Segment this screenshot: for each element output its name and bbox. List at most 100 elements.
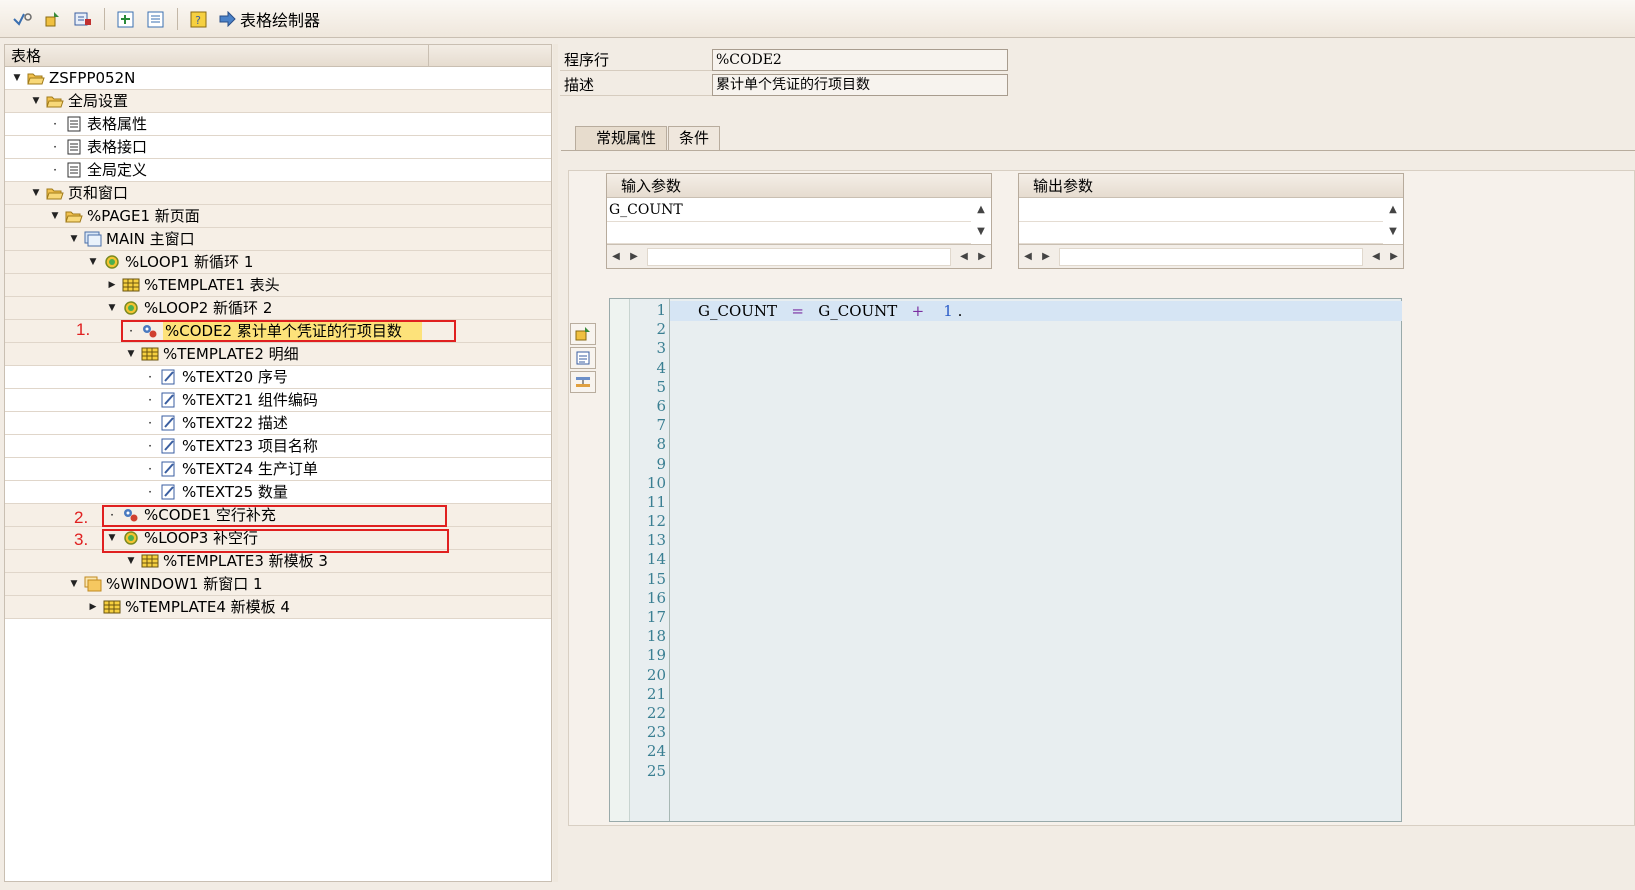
leaf-bullet-icon: ·: [148, 462, 152, 476]
line-number: 23: [646, 723, 666, 742]
activate-icon[interactable]: [40, 6, 66, 32]
tree-node-label: ZSFPP052N: [49, 69, 136, 87]
expand-open-icon[interactable]: ▼: [68, 579, 80, 589]
scroll-right-icon[interactable]: ▶: [973, 251, 991, 262]
table-icon: [122, 277, 140, 293]
input-parameter-row[interactable]: G_COUNT: [607, 198, 971, 222]
folder-open-icon: [46, 93, 64, 109]
expand-open-icon[interactable]: ▼: [87, 257, 99, 267]
description-row: 描述 累计单个凭证的行项目数: [560, 74, 1010, 96]
expand-open-icon[interactable]: ▼: [106, 303, 118, 313]
tree-node[interactable]: ▶ %TEMPLATE1 表头: [5, 274, 551, 297]
tree-node[interactable]: ▼ 全局设置: [5, 90, 551, 113]
svg-text:?: ?: [195, 14, 201, 27]
tree-node[interactable]: ▼ %TEMPLATE3 新模板 3: [5, 550, 551, 573]
tree-node[interactable]: ▼ ZSFPP052N: [5, 67, 551, 90]
structure-icon[interactable]: [570, 371, 596, 393]
test-icon[interactable]: [70, 6, 96, 32]
program-line-label: 程序行: [560, 49, 712, 71]
tree-node-label: %WINDOW1 新窗口 1: [106, 575, 263, 593]
scroll-right-icon[interactable]: ▶: [625, 251, 643, 262]
scroll-down-icon[interactable]: ▼: [1383, 221, 1403, 243]
expand-open-icon[interactable]: ▼: [49, 211, 61, 221]
tree-node[interactable]: · %TEXT21 组件编码: [5, 389, 551, 412]
output-params-hscroll[interactable]: ◀ ▶ ◀ ▶: [1019, 244, 1403, 268]
table-icon: [103, 599, 121, 615]
expand-open-icon[interactable]: ▼: [30, 96, 42, 106]
scroll-track[interactable]: [647, 247, 951, 266]
tree-node-label: %TEMPLATE1 表头: [144, 276, 280, 294]
expand-closed-icon[interactable]: ▶: [106, 280, 118, 290]
output-parameter-row[interactable]: [1019, 198, 1383, 222]
form-painter-button[interactable]: 表格绘制器: [218, 7, 320, 31]
toolbar-separator: [177, 7, 178, 30]
abap-code-editor[interactable]: 1 2 3 4 5 6 7 8 9 10 11 12 13 14 15 16 17 18 19 20 21 22 23 24 2…: [609, 298, 1402, 822]
line-numbers: 1 2 3 4 5 6 7 8 9 10 11 12 13 14 15 16 17 18 19 20 21 22 23 24 2…: [630, 301, 670, 781]
output-parameter-row-empty[interactable]: [1019, 222, 1383, 244]
scroll-track[interactable]: [1059, 247, 1363, 266]
insert-pattern-icon[interactable]: [570, 323, 596, 345]
input-params-hscroll[interactable]: ◀ ▶ ◀ ▶: [607, 244, 991, 268]
tree-node[interactable]: · 表格属性: [5, 113, 551, 136]
input-params-vscroll[interactable]: ▲ ▼: [971, 199, 991, 245]
scroll-up-icon[interactable]: ▲: [971, 199, 991, 221]
tree-node[interactable]: ▼ 页和窗口: [5, 182, 551, 205]
code-line-1[interactable]: G_COUNT = G_COUNT + 1 .: [670, 301, 1402, 321]
layout-icon[interactable]: [143, 6, 169, 32]
description-label: 描述: [560, 74, 712, 96]
expand-open-icon[interactable]: ▼: [30, 188, 42, 198]
form-interface-icon[interactable]: [113, 6, 139, 32]
leaf-bullet-icon: ·: [110, 508, 114, 522]
annotation-number-1: 1.: [76, 320, 91, 339]
form-help-icon[interactable]: ?: [186, 6, 212, 32]
output-params-vscroll[interactable]: ▲ ▼: [1383, 199, 1403, 245]
tree-node[interactable]: · 表格接口: [5, 136, 551, 159]
document-icon: [65, 116, 83, 132]
tree-node[interactable]: · 全局定义: [5, 159, 551, 182]
scroll-left-icon[interactable]: ◀: [607, 251, 625, 262]
tree-node[interactable]: ▼ %LOOP2 新循环 2: [5, 297, 551, 320]
scroll-right-icon[interactable]: ▶: [1385, 251, 1403, 262]
scroll-right-icon[interactable]: ▶: [1037, 251, 1055, 262]
scroll-down-icon[interactable]: ▼: [971, 221, 991, 243]
expand-open-icon[interactable]: ▼: [125, 556, 137, 566]
tree-node[interactable]: ▼ MAIN 主窗口: [5, 228, 551, 251]
output-parameters-header: 输出参数: [1019, 174, 1403, 198]
leaf-bullet-icon: ·: [148, 439, 152, 453]
check-syntax-icon[interactable]: [10, 6, 36, 32]
line-number: 2: [656, 320, 666, 339]
expand-open-icon[interactable]: ▼: [11, 73, 23, 83]
annotation-number-2: 2.: [74, 508, 89, 527]
application-toolbar: ? 表格绘制器: [0, 0, 1635, 38]
input-parameter-row-empty[interactable]: [607, 222, 971, 244]
folder-open-icon: [46, 185, 64, 201]
pretty-printer-icon[interactable]: [570, 347, 596, 369]
arrow-right-icon: [219, 10, 236, 27]
expand-open-icon[interactable]: ▼: [106, 533, 118, 543]
tree-node[interactable]: ▼ %WINDOW1 新窗口 1: [5, 573, 551, 596]
tree-node[interactable]: · %TEXT22 描述: [5, 412, 551, 435]
tab-general-attributes[interactable]: 常规属性: [575, 126, 668, 150]
tree-node[interactable]: · %TEXT25 数量: [5, 481, 551, 504]
program-line-field[interactable]: %CODE2: [712, 49, 1008, 71]
scroll-left-icon[interactable]: ◀: [1019, 251, 1037, 262]
tree-node[interactable]: · %TEXT23 项目名称: [5, 435, 551, 458]
scroll-left-icon[interactable]: ◀: [1367, 251, 1385, 262]
tree-node[interactable]: ▼ %LOOP1 新循环 1: [5, 251, 551, 274]
tree-node[interactable]: ▼ %TEMPLATE2 明细: [5, 343, 551, 366]
expand-closed-icon[interactable]: ▶: [87, 602, 99, 612]
line-number: 9: [656, 454, 666, 473]
tree-node[interactable]: ▼ %PAGE1 新页面: [5, 205, 551, 228]
description-field[interactable]: 累计单个凭证的行项目数: [712, 74, 1008, 96]
tree-node-label: %CODE2 累计单个凭证的行项目数: [163, 321, 422, 341]
scroll-left-icon[interactable]: ◀: [955, 251, 973, 262]
leaf-bullet-icon: ·: [148, 393, 152, 407]
panel-splitter[interactable]: [553, 44, 558, 882]
expand-open-icon[interactable]: ▼: [125, 349, 137, 359]
expand-open-icon[interactable]: ▼: [68, 234, 80, 244]
scroll-up-icon[interactable]: ▲: [1383, 199, 1403, 221]
tab-conditions[interactable]: 条件: [668, 126, 721, 150]
tree-node[interactable]: · %TEXT20 序号: [5, 366, 551, 389]
tree-node[interactable]: · %TEXT24 生产订单: [5, 458, 551, 481]
tree-node[interactable]: ▶ %TEMPLATE4 新模板 4: [5, 596, 551, 619]
